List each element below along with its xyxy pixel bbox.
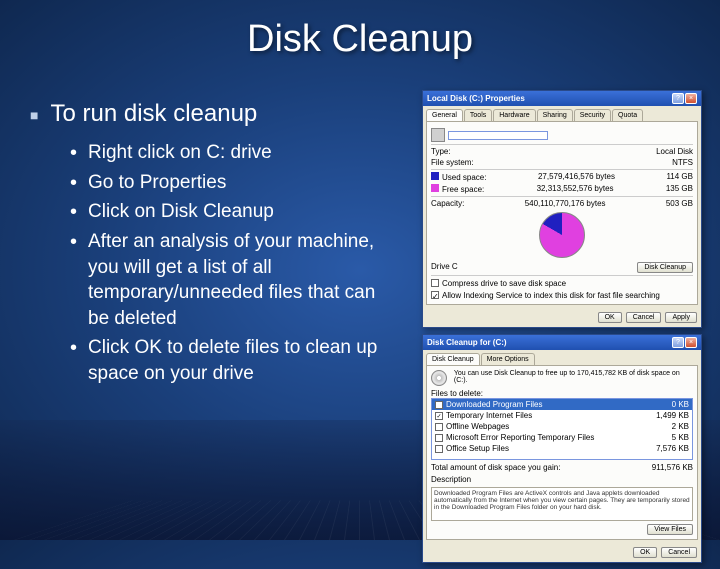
cleanup-titlebar[interactable]: Disk Cleanup for (C:) ? × bbox=[423, 335, 701, 350]
list-item[interactable]: Offline Webpages2 KB bbox=[432, 421, 692, 432]
drive-name-input[interactable] bbox=[448, 131, 548, 140]
list-item[interactable]: Office Setup Files7,576 KB bbox=[432, 443, 692, 454]
drive-c-label: Drive C bbox=[431, 262, 458, 273]
close-icon[interactable]: × bbox=[685, 337, 697, 348]
cleanup-title: Disk Cleanup for (C:) bbox=[427, 338, 507, 347]
tab-sharing[interactable]: Sharing bbox=[537, 109, 573, 121]
description-box: Downloaded Program Files are ActiveX con… bbox=[431, 487, 693, 521]
free-gb: 135 GB bbox=[666, 184, 693, 194]
tab-general[interactable]: General bbox=[426, 109, 463, 121]
free-bytes: 32,313,552,576 bytes bbox=[537, 184, 614, 194]
used-gb: 114 GB bbox=[666, 172, 693, 182]
close-icon[interactable]: × bbox=[685, 93, 697, 104]
slide-title: Disk Cleanup bbox=[0, 0, 720, 61]
index-label: Allow Indexing Service to index this dis… bbox=[442, 291, 660, 300]
total-label: Total amount of disk space you gain: bbox=[431, 463, 560, 472]
capacity-bytes: 540,110,770,176 bytes bbox=[525, 199, 606, 208]
capacity-label: Capacity: bbox=[431, 199, 464, 208]
files-list[interactable]: ✓Downloaded Program Files0 KB ✓Temporary… bbox=[431, 398, 693, 460]
properties-title: Local Disk (C:) Properties bbox=[427, 94, 525, 103]
tab-quota[interactable]: Quota bbox=[612, 109, 643, 121]
cancel-button[interactable]: Cancel bbox=[626, 312, 662, 323]
pie-chart bbox=[539, 212, 585, 258]
properties-dialog: Local Disk (C:) Properties ? × General T… bbox=[422, 90, 702, 328]
tab-more-options[interactable]: More Options bbox=[481, 353, 535, 365]
drive-icon bbox=[431, 128, 445, 142]
total-value: 911,576 KB bbox=[652, 463, 693, 472]
disk-icon bbox=[431, 370, 447, 386]
tab-tools[interactable]: Tools bbox=[464, 109, 492, 121]
help-icon[interactable]: ? bbox=[672, 337, 684, 348]
cleanup-summary: You can use Disk Cleanup to free up to 1… bbox=[454, 370, 693, 384]
step-item: Click OK to delete files to clean up spa… bbox=[70, 335, 400, 386]
index-checkbox[interactable]: ✓ bbox=[431, 291, 439, 299]
step-item: Go to Properties bbox=[70, 170, 400, 196]
tab-hardware[interactable]: Hardware bbox=[493, 109, 535, 121]
ok-button[interactable]: OK bbox=[633, 547, 657, 558]
capacity-gb: 503 GB bbox=[666, 199, 693, 208]
cleanup-dialog: Disk Cleanup for (C:) ? × Disk Cleanup M… bbox=[422, 334, 702, 563]
list-item[interactable]: ✓Temporary Internet Files1,499 KB bbox=[432, 410, 692, 421]
ok-button[interactable]: OK bbox=[598, 312, 622, 323]
used-label: Used space: bbox=[431, 172, 486, 182]
disk-cleanup-button[interactable]: Disk Cleanup bbox=[637, 262, 693, 273]
section-heading: To run disk cleanup bbox=[30, 100, 400, 128]
fs-label: File system: bbox=[431, 158, 474, 167]
free-label: Free space: bbox=[431, 184, 484, 194]
list-item[interactable]: ✓Downloaded Program Files0 KB bbox=[432, 399, 692, 410]
tab-security[interactable]: Security bbox=[574, 109, 611, 121]
used-bytes: 27,579,416,576 bytes bbox=[538, 172, 615, 182]
desc-label: Description bbox=[431, 475, 693, 484]
view-files-button[interactable]: View Files bbox=[647, 524, 693, 535]
compress-label: Compress drive to save disk space bbox=[442, 279, 566, 288]
type-label: Type: bbox=[431, 147, 451, 156]
step-item: After an analysis of your machine, you w… bbox=[70, 229, 400, 332]
tab-disk-cleanup[interactable]: Disk Cleanup bbox=[426, 353, 480, 365]
properties-titlebar[interactable]: Local Disk (C:) Properties ? × bbox=[423, 91, 701, 106]
step-item: Right click on C: drive bbox=[70, 140, 400, 166]
content-area: To run disk cleanup Right click on C: dr… bbox=[30, 100, 400, 391]
compress-checkbox[interactable] bbox=[431, 279, 439, 287]
files-label: Files to delete: bbox=[431, 389, 693, 398]
steps-list: Right click on C: drive Go to Properties… bbox=[30, 140, 400, 387]
fs-value: NTFS bbox=[672, 158, 693, 167]
list-item[interactable]: Microsoft Error Reporting Temporary File… bbox=[432, 432, 692, 443]
apply-button[interactable]: Apply bbox=[665, 312, 697, 323]
type-value: Local Disk bbox=[656, 147, 693, 156]
cancel-button[interactable]: Cancel bbox=[661, 547, 697, 558]
properties-tabs: General Tools Hardware Sharing Security … bbox=[423, 106, 701, 121]
step-item: Click on Disk Cleanup bbox=[70, 199, 400, 225]
cleanup-tabs: Disk Cleanup More Options bbox=[423, 350, 701, 365]
help-icon[interactable]: ? bbox=[672, 93, 684, 104]
